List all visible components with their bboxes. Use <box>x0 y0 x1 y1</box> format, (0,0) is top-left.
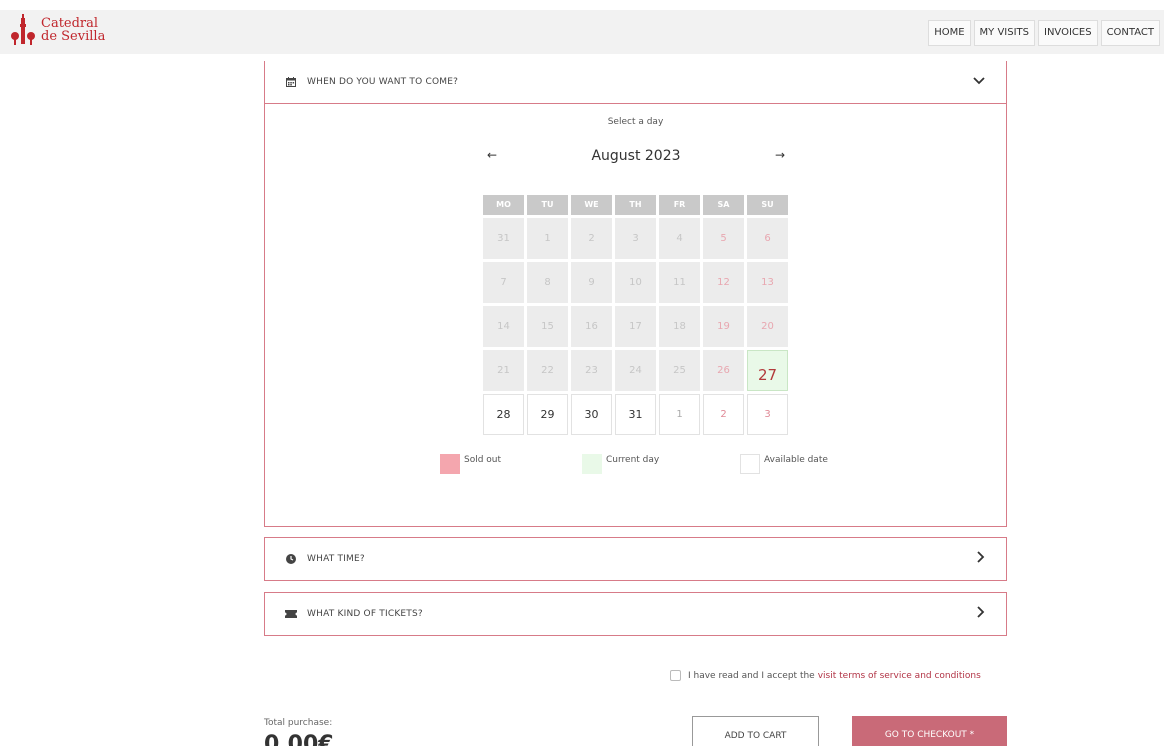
terms-link[interactable]: visit terms of service and conditions <box>818 671 981 681</box>
time-panel[interactable]: WHAT TIME? <box>264 537 1007 581</box>
calendar-week: 31 1 2 3 4 5 6 <box>483 218 791 259</box>
calendar-day: 7 <box>483 262 524 303</box>
tickets-panel-title: WHAT KIND OF TICKETS? <box>307 609 423 619</box>
calendar-week: 21 22 23 24 25 26 27 <box>483 350 791 391</box>
calendar-day: 26 <box>703 350 744 391</box>
weekday-tu: TU <box>527 195 568 215</box>
calendar-day: 9 <box>571 262 612 303</box>
current-day-swatch <box>582 454 602 474</box>
weekday-sa: SA <box>703 195 744 215</box>
chevron-down-icon[interactable] <box>972 74 986 90</box>
calendar-day: 13 <box>747 262 788 303</box>
calendar-day: 5 <box>703 218 744 259</box>
calendar-day-available[interactable]: 28 <box>483 394 524 435</box>
calendar-day-next-month: 1 <box>659 394 700 435</box>
date-panel-title: WHEN DO YOU WANT TO COME? <box>307 77 459 87</box>
terms-acceptance: I have read and I accept the visit terms… <box>670 670 981 681</box>
legend-available-label: Available date <box>764 455 828 465</box>
legend-current-day-label: Current day <box>606 455 660 465</box>
time-panel-title: WHAT TIME? <box>307 554 365 564</box>
add-to-cart-button[interactable]: ADD TO CART <box>692 716 819 746</box>
legend-sold-out-label: Sold out <box>464 455 502 465</box>
go-to-checkout-button[interactable]: GO TO CHECKOUT * <box>852 716 1007 746</box>
calendar-day: 16 <box>571 306 612 347</box>
calendar-day-available[interactable]: 30 <box>571 394 612 435</box>
available-swatch <box>740 454 760 474</box>
logo-line-2: de Sevilla <box>41 29 106 44</box>
calendar-day-next-month: 2 <box>703 394 744 435</box>
main-nav: HOME MY VISITS INVOICES CONTACT <box>925 20 1160 46</box>
legend-current-day: Current day <box>582 454 659 474</box>
calendar-day-available[interactable]: 29 <box>527 394 568 435</box>
date-panel: WHEN DO YOU WANT TO COME? Select a day ←… <box>264 61 1007 527</box>
calendar-day: 24 <box>615 350 656 391</box>
calendar-day: 12 <box>703 262 744 303</box>
calendar-day: 19 <box>703 306 744 347</box>
month-title: August 2023 <box>591 148 681 164</box>
chevron-right-icon[interactable] <box>976 605 986 623</box>
weekday-su: SU <box>747 195 788 215</box>
calendar-weekday-header: MO TU WE TH FR SA SU <box>483 195 791 215</box>
logo-text: Catedral de Sevilla <box>41 17 105 43</box>
chevron-right-icon[interactable] <box>976 550 986 568</box>
giralda-logo-icon <box>11 14 35 45</box>
calendar-day: 20 <box>747 306 788 347</box>
calendar-day: 2 <box>571 218 612 259</box>
calendar-day: 17 <box>615 306 656 347</box>
top-header: Catedral de Sevilla HOME MY VISITS INVOI… <box>0 10 1164 54</box>
nav-contact[interactable]: CONTACT <box>1100 20 1160 46</box>
calendar-day: 23 <box>571 350 612 391</box>
weekday-we: WE <box>571 195 612 215</box>
cathedral-logo[interactable]: Catedral de Sevilla <box>10 14 105 46</box>
calendar-day-next-month: 3 <box>747 394 788 435</box>
calendar-day: 14 <box>483 306 524 347</box>
month-navigator: ← August 2023 → <box>487 148 785 168</box>
calendar-day: 31 <box>483 218 524 259</box>
weekday-th: TH <box>615 195 656 215</box>
calendar-day: 10 <box>615 262 656 303</box>
total-purchase-label: Total purchase: <box>264 718 333 728</box>
legend-sold-out: Sold out <box>440 454 501 474</box>
calendar-day: 22 <box>527 350 568 391</box>
tickets-panel-header[interactable]: WHAT KIND OF TICKETS? <box>265 593 1006 635</box>
weekday-fr: FR <box>659 195 700 215</box>
sold-out-swatch <box>440 454 460 474</box>
nav-invoices[interactable]: INVOICES <box>1038 20 1098 46</box>
calendar-day-available[interactable]: 31 <box>615 394 656 435</box>
calendar-day: 4 <box>659 218 700 259</box>
calendar-day: 11 <box>659 262 700 303</box>
calendar-day: 21 <box>483 350 524 391</box>
nav-my-visits[interactable]: MY VISITS <box>973 20 1035 46</box>
calendar-day: 3 <box>615 218 656 259</box>
calendar-day: 15 <box>527 306 568 347</box>
next-month-arrow-icon[interactable]: → <box>775 148 785 162</box>
legend-available: Available date <box>740 454 828 474</box>
calendar-day-current[interactable]: 27 <box>747 350 788 391</box>
weekday-mo: MO <box>483 195 524 215</box>
calendar-day: 25 <box>659 350 700 391</box>
tickets-panel[interactable]: WHAT KIND OF TICKETS? <box>264 592 1007 636</box>
calendar-day: 8 <box>527 262 568 303</box>
terms-checkbox[interactable] <box>670 670 681 681</box>
calendar-grid: MO TU WE TH FR SA SU 31 1 2 3 4 5 6 7 8 … <box>483 195 791 435</box>
calendar-week: 7 8 9 10 11 12 13 <box>483 262 791 303</box>
terms-text: I have read and I accept the <box>688 670 815 681</box>
date-panel-header[interactable]: WHEN DO YOU WANT TO COME? <box>265 61 1006 104</box>
ticket-icon <box>285 610 297 618</box>
clock-icon <box>285 554 297 564</box>
calendar-day: 18 <box>659 306 700 347</box>
time-panel-header[interactable]: WHAT TIME? <box>265 538 1006 580</box>
total-purchase-value: 0,00€ <box>264 732 334 746</box>
calendar-icon <box>285 77 297 87</box>
calendar-week: 28 29 30 31 1 2 3 <box>483 394 791 435</box>
select-day-label: Select a day <box>607 117 664 127</box>
nav-home[interactable]: HOME <box>928 20 971 46</box>
calendar-day: 1 <box>527 218 568 259</box>
calendar-day: 6 <box>747 218 788 259</box>
calendar-week: 14 15 16 17 18 19 20 <box>483 306 791 347</box>
